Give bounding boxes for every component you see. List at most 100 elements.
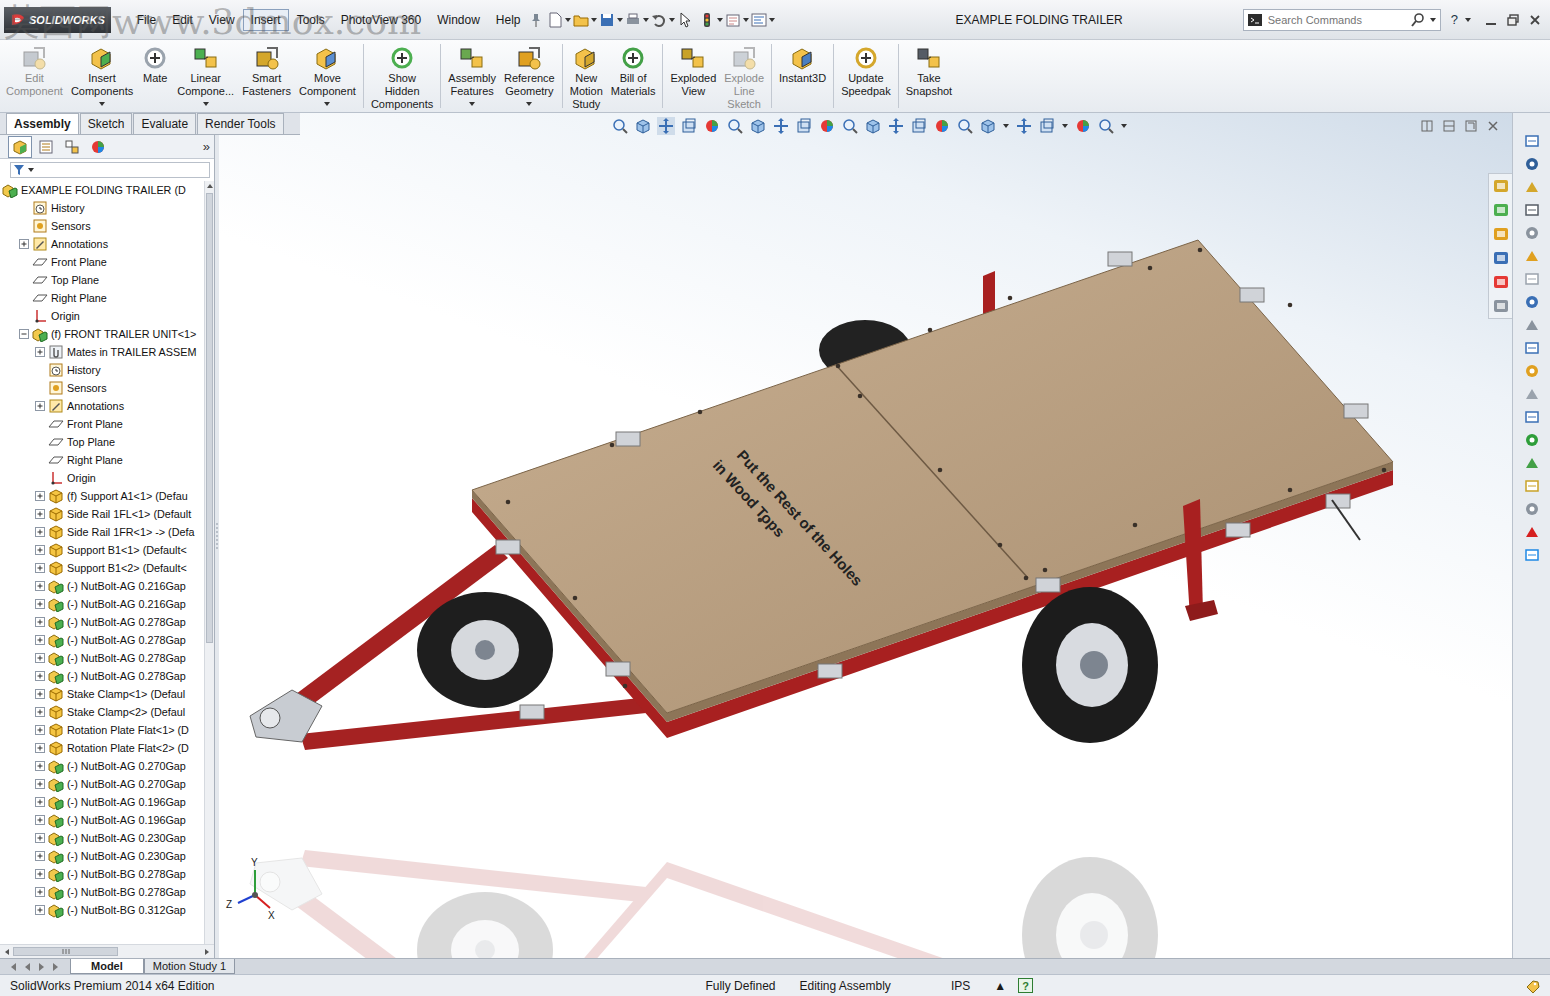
next-tab-icon[interactable] — [36, 961, 48, 973]
tree-item[interactable]: (-) NutBolt-AG 0.278Gap — [0, 667, 204, 685]
tree-item[interactable]: Annotations — [0, 397, 204, 415]
expand-plus-icon[interactable] — [34, 796, 46, 808]
tool-14-icon[interactable] — [1524, 455, 1540, 471]
tree-item[interactable]: Front Plane — [0, 253, 204, 271]
tree-item[interactable]: (f) FRONT TRAILER UNIT<1> — [0, 325, 204, 343]
tree-item[interactable]: (-) NutBolt-AG 0.278Gap — [0, 631, 204, 649]
display-pane-icon[interactable] — [1097, 117, 1115, 135]
ribbon-button[interactable]: LinearCompone... — [173, 40, 238, 112]
ribbon-button[interactable]: NewMotionStudy — [566, 40, 607, 112]
tool-5-icon[interactable] — [1524, 248, 1540, 264]
tree-item[interactable]: (-) NutBolt-BG 0.278Gap — [0, 865, 204, 883]
expand-plus-icon[interactable] — [34, 544, 46, 556]
expand-plus-icon[interactable] — [34, 760, 46, 772]
expand-plus-icon[interactable] — [34, 634, 46, 646]
print-icon[interactable] — [625, 12, 641, 28]
dropdown-caret[interactable] — [526, 102, 532, 106]
units-menu-arrow[interactable]: ▲ — [994, 979, 1006, 993]
expand-plus-icon[interactable] — [34, 400, 46, 412]
dropdown-arrow-icon[interactable] — [590, 16, 598, 24]
tree-item[interactable]: Origin — [0, 469, 204, 487]
panel-tab[interactable] — [34, 136, 58, 158]
dropdown-caret[interactable] — [99, 102, 105, 106]
help-button[interactable]: ? — [1451, 12, 1458, 27]
tree-item[interactable]: (-) NutBolt-AG 0.216Gap — [0, 577, 204, 595]
tree-item[interactable]: Support B1<2> (Default< — [0, 559, 204, 577]
restore-icon[interactable] — [1506, 13, 1520, 27]
tree-item[interactable]: Annotations — [0, 235, 204, 253]
collapse-minus-icon[interactable] — [18, 328, 30, 340]
dropdown-arrow-icon[interactable] — [768, 16, 776, 24]
expand-plus-icon[interactable] — [34, 724, 46, 736]
dropdown-caret[interactable] — [324, 102, 330, 106]
display-style-icon[interactable] — [772, 117, 790, 135]
panel-tab[interactable] — [86, 136, 110, 158]
scroll-left-icon[interactable] — [4, 948, 10, 956]
command-tab[interactable]: Assembly — [6, 113, 79, 134]
magnifier-icon[interactable] — [1410, 12, 1426, 28]
save-icon[interactable] — [599, 12, 615, 28]
search-box[interactable] — [1243, 9, 1441, 31]
apply-scene-icon[interactable] — [841, 117, 859, 135]
trailer-model[interactable]: Put the Rest of the Holesin Wood TopsYXZ — [219, 113, 1512, 958]
tree-item[interactable]: (-) NutBolt-AG 0.270Gap — [0, 757, 204, 775]
tree-item[interactable]: Stake Clamp<2> (Defaul — [0, 703, 204, 721]
expand-plus-icon[interactable] — [34, 508, 46, 520]
tree-item[interactable]: (-) NutBolt-AG 0.270Gap — [0, 775, 204, 793]
dropdown-arrow-icon[interactable] — [742, 16, 750, 24]
home-icon[interactable] — [1492, 177, 1510, 195]
expand-plus-icon[interactable] — [34, 580, 46, 592]
undo-icon[interactable] — [651, 12, 667, 28]
vertical-scrollbar[interactable] — [204, 181, 214, 944]
menu-item[interactable]: Insert — [243, 9, 289, 31]
expand-plus-icon[interactable] — [34, 526, 46, 538]
tree-item[interactable]: (-) NutBolt-AG 0.230Gap — [0, 829, 204, 847]
tree-item[interactable]: (-) NutBolt-AG 0.196Gap — [0, 811, 204, 829]
tool-11-icon[interactable] — [1524, 386, 1540, 402]
tree-item[interactable]: EXAMPLE FOLDING TRAILER (D — [0, 181, 204, 199]
tool-0-icon[interactable] — [1524, 133, 1540, 149]
dropdown-caret[interactable] — [469, 102, 475, 106]
tree-item[interactable]: Support B1<1> (Default< — [0, 541, 204, 559]
bottom-tab[interactable]: Motion Study 1 — [144, 959, 235, 974]
dropdown-arrow-icon[interactable] — [1464, 16, 1472, 24]
tool-10-icon[interactable] — [1524, 363, 1540, 379]
ribbon-button[interactable]: ExplodeLineSketch — [720, 40, 768, 112]
command-tab[interactable]: Render Tools — [197, 113, 284, 134]
pan-icon[interactable] — [657, 117, 675, 135]
tree-item[interactable]: Sensors — [0, 379, 204, 397]
dynamic-annotation-icon[interactable] — [726, 117, 744, 135]
new-document-icon[interactable] — [547, 12, 563, 28]
wireframe-icon[interactable] — [956, 117, 974, 135]
view-palette-icon[interactable] — [1492, 249, 1510, 267]
section-view-icon[interactable] — [703, 117, 721, 135]
ribbon-button[interactable]: ReferenceGeometry — [500, 40, 559, 112]
tree-item[interactable]: (-) NutBolt-AG 0.278Gap — [0, 649, 204, 667]
menu-item[interactable]: Help — [488, 9, 529, 31]
scroll-thumb[interactable] — [13, 947, 118, 956]
dropdown-caret[interactable] — [203, 102, 209, 106]
tree-item[interactable]: Top Plane — [0, 271, 204, 289]
expand-plus-icon[interactable] — [34, 652, 46, 664]
menu-item[interactable]: Window — [429, 9, 488, 31]
shaded-edges-icon[interactable] — [887, 117, 905, 135]
hidden-lines-icon[interactable] — [933, 117, 951, 135]
split-vertical-icon[interactable] — [1442, 119, 1456, 133]
tree-item[interactable]: (f) Support A1<1> (Defau — [0, 487, 204, 505]
tree-item[interactable]: Front Plane — [0, 415, 204, 433]
ribbon-button[interactable]: InsertComponents — [67, 40, 137, 112]
panel-tab[interactable] — [8, 136, 32, 158]
units-label[interactable]: IPS — [951, 979, 970, 993]
explorer-icon[interactable] — [1492, 225, 1510, 243]
ribbon-button[interactable]: ExplodedView — [666, 40, 720, 112]
expand-plus-icon[interactable] — [34, 904, 46, 916]
app-logo[interactable]: SOLIDWORKS — [4, 7, 111, 33]
tool-18-icon[interactable] — [1524, 547, 1540, 563]
command-tab[interactable]: Sketch — [80, 113, 133, 134]
tool-4-icon[interactable] — [1524, 225, 1540, 241]
filter-box[interactable] — [10, 162, 210, 178]
tag-icon[interactable] — [1524, 978, 1540, 994]
menu-item[interactable]: View — [201, 9, 243, 31]
restore-viewport-icon[interactable] — [1464, 119, 1478, 133]
tool-8-icon[interactable] — [1524, 317, 1540, 333]
